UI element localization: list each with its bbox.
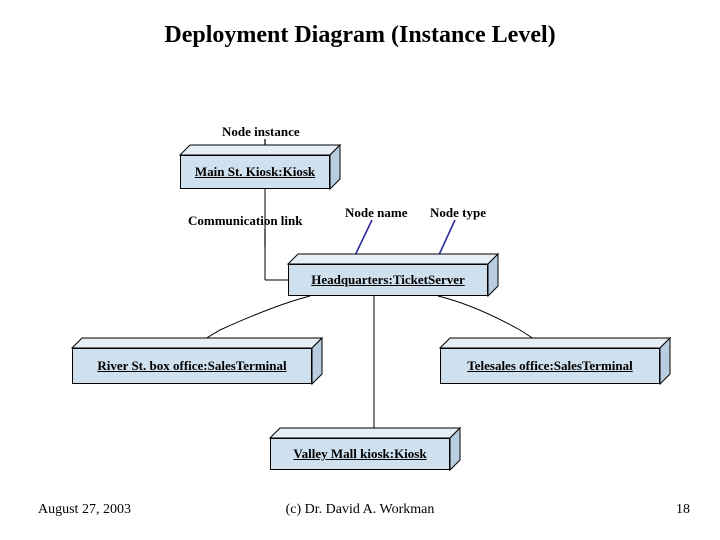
footer-copyright: (c) Dr. David A. Workman <box>0 502 720 518</box>
node-river-office-label: River St. box office:SalesTerminal <box>72 348 312 384</box>
label-node-type: Node type <box>430 205 486 221</box>
label-node-instance: Node instance <box>222 124 300 140</box>
node-valley-mall-label: Valley Mall kiosk:Kiosk <box>270 438 450 470</box>
label-communication-link: Communication link <box>188 213 303 229</box>
page-title: Deployment Diagram (Instance Level) <box>0 22 720 49</box>
footer-page-number: 18 <box>676 502 690 518</box>
node-telesales-label: Telesales office:SalesTerminal <box>440 348 660 384</box>
label-node-name: Node name <box>345 205 407 221</box>
node-main-kiosk-label: Main St. Kiosk:Kiosk <box>180 155 330 189</box>
node-headquarters-label: Headquarters:TicketServer <box>288 264 488 296</box>
